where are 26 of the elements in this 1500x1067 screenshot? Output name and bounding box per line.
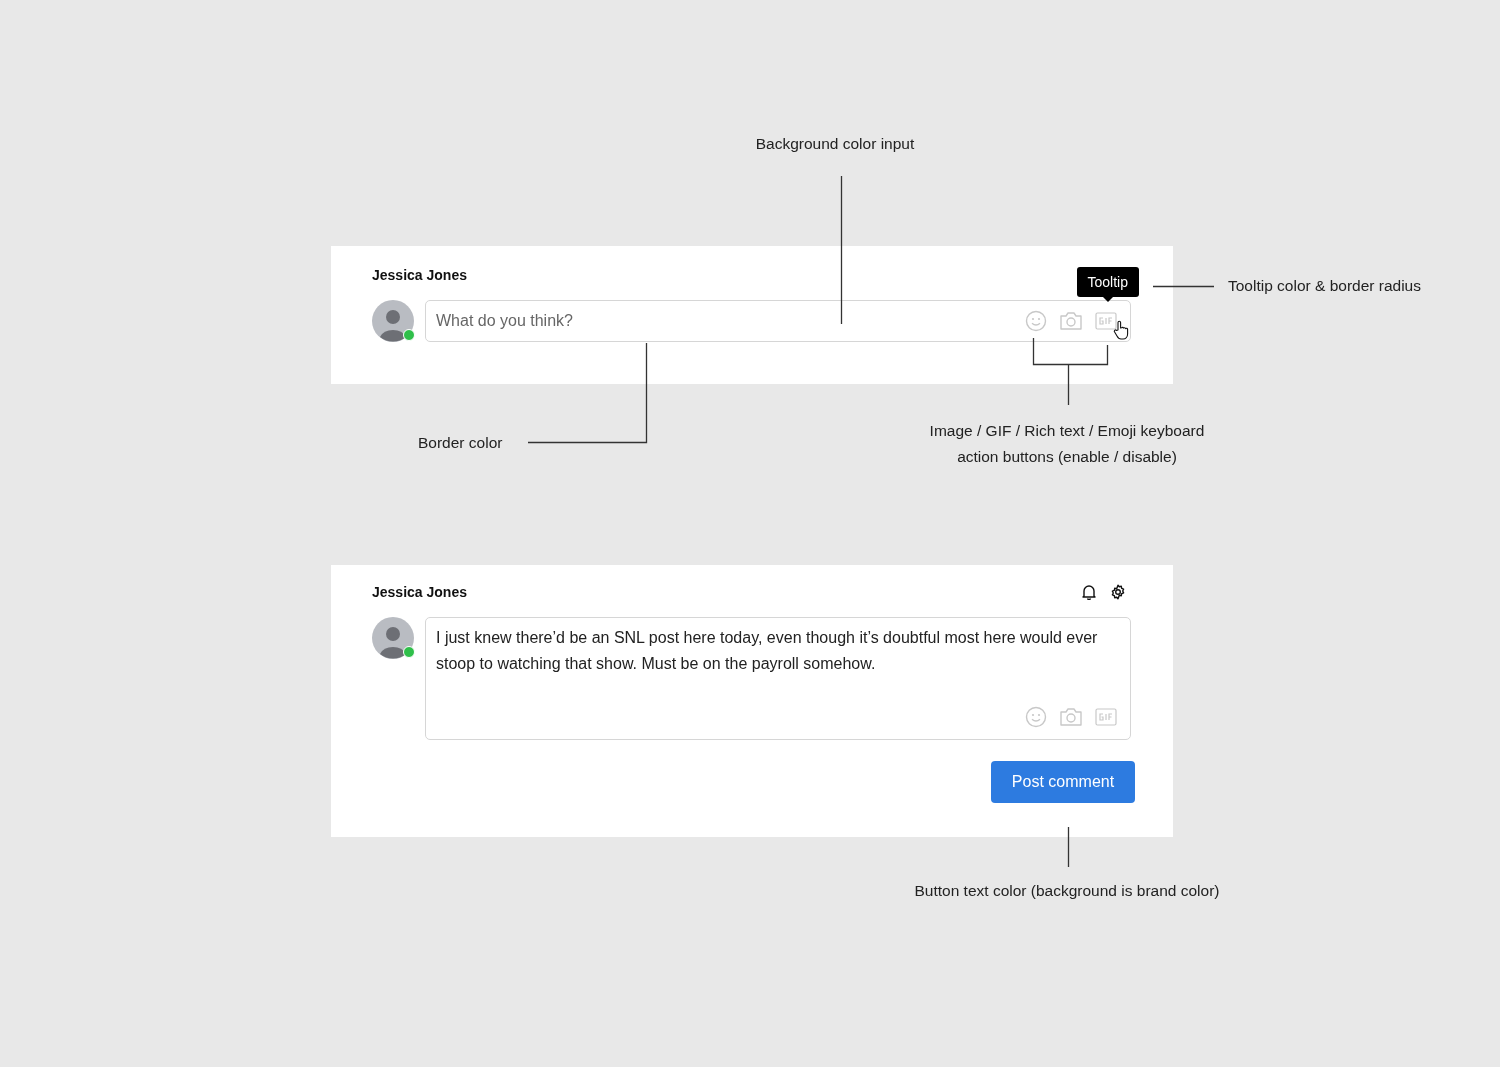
tooltip: Tooltip (1076, 267, 1139, 302)
emoji-icon[interactable] (1025, 706, 1047, 728)
settings-icon[interactable] (1110, 584, 1126, 600)
camera-icon[interactable] (1059, 311, 1083, 331)
avatar (372, 617, 414, 659)
comment-input-field[interactable]: What do you think? (425, 300, 1131, 342)
annotation-label: Background color input (754, 134, 916, 154)
hand-cursor-icon (1113, 320, 1129, 340)
annotation-label: Tooltip color & border radius (1228, 276, 1422, 296)
post-comment-button[interactable]: Post comment (991, 761, 1135, 803)
user-name: Jessica Jones (372, 267, 467, 283)
emoji-icon[interactable] (1025, 310, 1047, 332)
leader-line (1067, 826, 1070, 868)
gif-icon[interactable] (1095, 312, 1117, 330)
annotation-label: action buttons (enable / disable) (956, 447, 1178, 467)
annotation-label: Border color (418, 433, 504, 453)
comment-field[interactable]: I just knew there’d be an SNL post here today, even though it’s doubtful most here would ever stoop to watching that show. Must be on the payroll somehow. (425, 617, 1131, 740)
annotation-label: Image / GIF / Rich text / Emoji keyboard (928, 421, 1206, 441)
user-name: Jessica Jones (372, 584, 467, 600)
bell-icon[interactable] (1082, 584, 1096, 600)
leader-line (1152, 285, 1215, 288)
avatar (372, 300, 414, 342)
annotation-label: Button text color (background is brand color) (913, 881, 1221, 901)
comment-text: I just knew there’d be an SNL post here today, even though it’s doubtful most here would ever stoop to watching that show. Must be on the payroll somehow. (436, 628, 1099, 674)
camera-icon[interactable] (1059, 707, 1083, 727)
gif-icon[interactable] (1095, 708, 1117, 726)
